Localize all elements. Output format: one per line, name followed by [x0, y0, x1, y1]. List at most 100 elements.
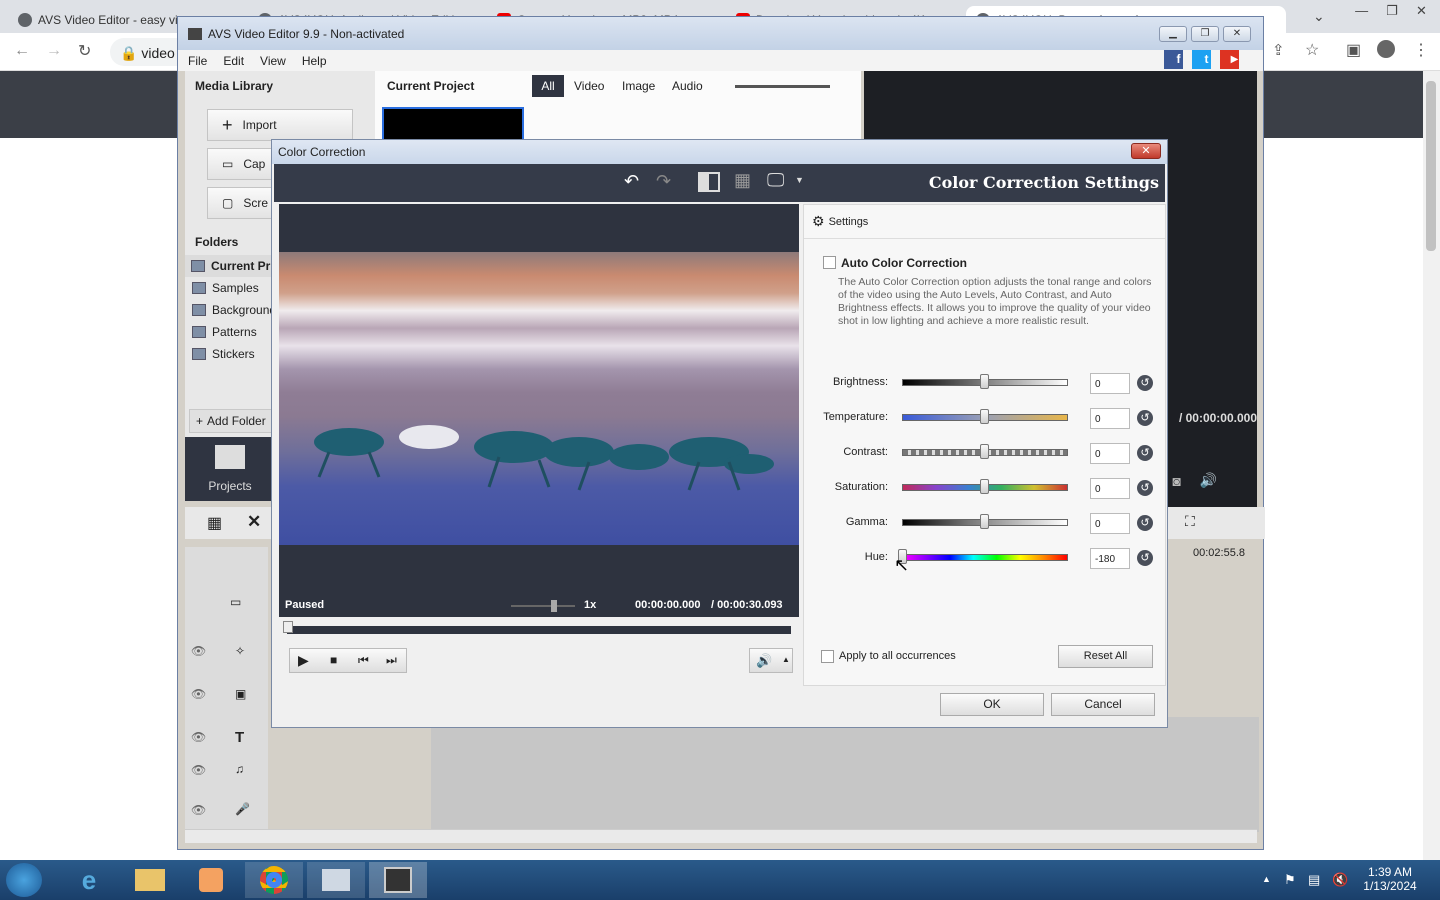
side-panel-icon[interactable]: ▣ [1346, 40, 1361, 60]
previous-frame-icon[interactable]: ⏮ [358, 653, 369, 668]
keyboard-app-icon[interactable] [307, 862, 365, 898]
tab-list-icon[interactable]: ⌄ [1313, 8, 1325, 25]
tab-video[interactable]: Video [574, 79, 604, 93]
close-icon[interactable]: ✕ [1131, 143, 1161, 159]
import-button[interactable]: + Import [207, 109, 353, 141]
timeline-area[interactable] [431, 717, 1259, 832]
fullscreen-icon[interactable]: ⛶ [1185, 513, 1195, 530]
gamma-value[interactable]: 0 [1090, 513, 1130, 534]
contrast-slider[interactable] [902, 444, 1068, 459]
seek-thumb[interactable] [283, 621, 293, 633]
volume-button[interactable]: 🔊 ▲ [749, 648, 793, 673]
action-center-icon[interactable]: ⚑ [1284, 872, 1296, 888]
clock[interactable]: 1:39 AM 1/13/2024 [1362, 865, 1418, 893]
page-scrollbar[interactable] [1423, 71, 1440, 860]
close-icon[interactable]: ✕ [1416, 3, 1427, 19]
bookmark-star-icon[interactable]: ☆ [1305, 40, 1319, 60]
eye-icon[interactable]: 👁 [191, 803, 206, 817]
timeline-scrollbar[interactable] [185, 829, 1257, 843]
reset-icon[interactable]: ↺ [1137, 550, 1153, 566]
stop-icon[interactable]: ■ [330, 653, 337, 667]
profile-icon[interactable] [1377, 40, 1395, 58]
eye-icon[interactable]: 👁 [191, 730, 206, 744]
hue-slider[interactable] [898, 549, 1068, 564]
scrollbar-thumb[interactable] [1426, 81, 1436, 251]
speed-slider-thumb[interactable] [551, 600, 557, 612]
play-icon[interactable]: ▶ [298, 652, 309, 669]
projects-button[interactable]: Projects [185, 437, 275, 501]
seek-bar[interactable] [287, 626, 791, 634]
cancel-button[interactable]: Cancel [1051, 693, 1155, 716]
volume-muted-icon[interactable]: 🔇 [1332, 872, 1348, 888]
brightness-slider[interactable] [902, 374, 1068, 389]
saturation-slider[interactable] [902, 479, 1068, 494]
saturation-value[interactable]: 0 [1090, 478, 1130, 499]
redo-icon[interactable]: ↷ [656, 171, 671, 192]
contrast-value[interactable]: 0 [1090, 443, 1130, 464]
maximize-icon[interactable]: ❐ [1386, 3, 1398, 19]
avs-video-editor-icon[interactable] [369, 862, 427, 898]
volume-icon[interactable]: 🔊 [1200, 472, 1217, 489]
restore-icon[interactable]: ❐ [1191, 26, 1219, 42]
delete-icon[interactable]: ✕ [247, 512, 261, 532]
start-button[interactable] [6, 863, 42, 897]
gamma-slider-thumb[interactable] [980, 514, 989, 529]
media-player-icon[interactable] [182, 862, 240, 898]
youtube-icon[interactable]: ▶ [1220, 50, 1239, 69]
reset-icon[interactable]: ↺ [1137, 410, 1153, 426]
minimize-icon[interactable]: — [1355, 3, 1368, 19]
storyboard-icon[interactable]: ▦ [207, 513, 222, 533]
eye-icon[interactable]: 👁 [191, 763, 206, 777]
chevron-up-icon[interactable]: ▲ [1262, 874, 1271, 884]
brightness-value[interactable]: 0 [1090, 373, 1130, 394]
brightness-slider-thumb[interactable] [980, 374, 989, 389]
menu-view[interactable]: View [250, 54, 286, 68]
add-folder-button[interactable]: + Add Folder [189, 409, 273, 433]
reload-icon[interactable]: ↻ [78, 41, 91, 61]
tab-image[interactable]: Image [622, 79, 655, 93]
reset-icon[interactable]: ↺ [1137, 515, 1153, 531]
reset-icon[interactable]: ↺ [1137, 445, 1153, 461]
internet-explorer-icon[interactable]: e [60, 862, 118, 898]
menu-file[interactable]: File [178, 54, 207, 68]
close-icon[interactable]: ✕ [1223, 26, 1251, 42]
speed-slider[interactable] [511, 600, 575, 612]
hue-value[interactable]: -180 [1090, 548, 1130, 569]
chrome-icon[interactable] [245, 862, 303, 898]
twitter-icon[interactable]: t [1192, 50, 1211, 69]
contrast-slider-thumb[interactable] [980, 444, 989, 459]
menu-help[interactable]: Help [292, 54, 327, 68]
temperature-slider-thumb[interactable] [980, 409, 989, 424]
network-icon[interactable]: ▤ [1308, 872, 1320, 888]
temperature-value[interactable]: 0 [1090, 408, 1130, 429]
reset-icon[interactable]: ↺ [1137, 480, 1153, 496]
minimize-icon[interactable]: ▁ [1159, 26, 1187, 42]
saturation-slider-thumb[interactable] [980, 479, 989, 494]
ok-button[interactable]: OK [940, 693, 1044, 716]
undo-icon[interactable]: ↶ [624, 171, 639, 192]
apply-all-checkbox[interactable] [821, 650, 834, 663]
tab-all[interactable]: All [532, 75, 564, 97]
next-frame-icon[interactable]: ⏭ [386, 653, 397, 668]
gamma-slider[interactable] [902, 514, 1068, 529]
reset-icon[interactable]: ↺ [1137, 375, 1153, 391]
share-icon[interactable]: ⇪ [1272, 41, 1285, 59]
reset-all-button[interactable]: Reset All [1058, 645, 1153, 668]
menu-dots-icon[interactable]: ⋮ [1413, 40, 1429, 60]
split-view-icon[interactable] [698, 172, 720, 192]
display-mode-icon[interactable]: 🖵 [767, 170, 784, 191]
grid-icon[interactable]: ▦ [734, 170, 751, 191]
auto-correction-checkbox[interactable] [823, 256, 836, 269]
eye-icon[interactable]: 👁 [191, 687, 206, 701]
menu-edit[interactable]: Edit [213, 54, 244, 68]
snapshot-icon[interactable]: ◙ [1173, 473, 1181, 489]
zoom-slider[interactable] [735, 85, 830, 88]
temperature-slider[interactable] [902, 409, 1068, 424]
tab-audio[interactable]: Audio [672, 79, 703, 93]
file-explorer-icon[interactable] [121, 862, 179, 898]
forward-icon[interactable]: → [46, 42, 62, 60]
eye-icon[interactable]: 👁 [191, 644, 206, 658]
facebook-icon[interactable]: f [1164, 50, 1183, 69]
back-icon[interactable]: ← [14, 42, 30, 60]
chevron-down-icon[interactable]: ▼ [795, 175, 804, 185]
